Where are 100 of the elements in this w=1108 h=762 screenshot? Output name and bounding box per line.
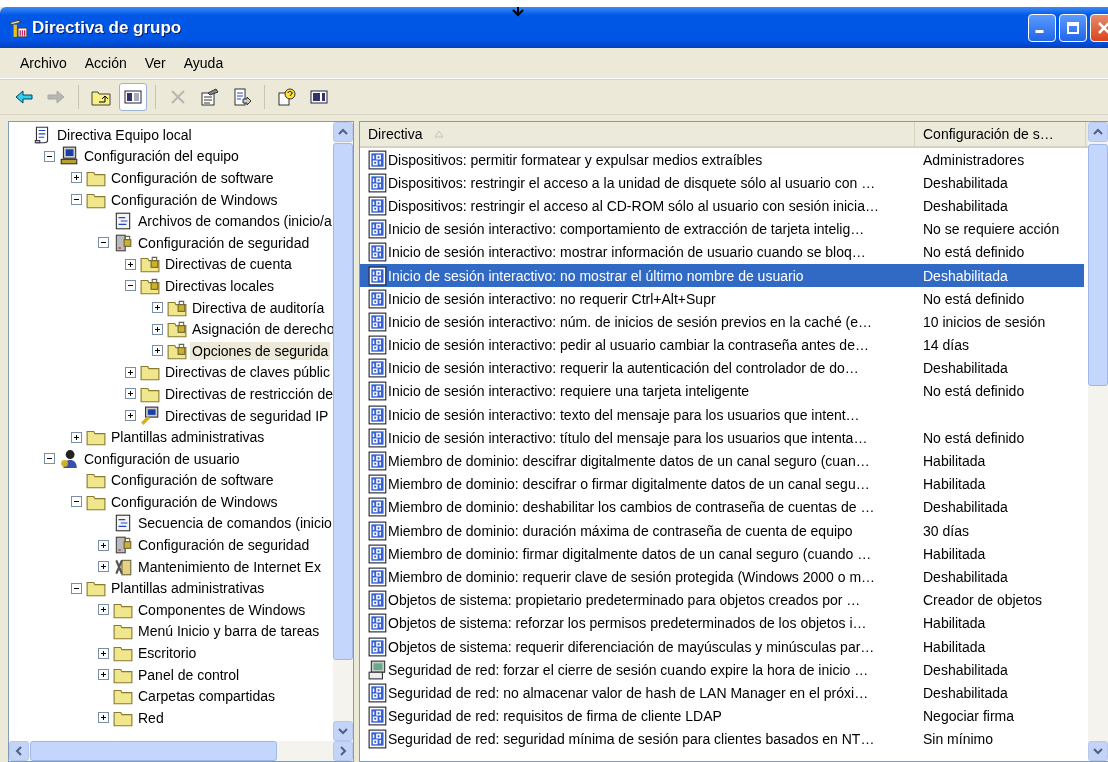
menu-item[interactable]: Ayuda — [175, 53, 232, 73]
collapse-toggle[interactable] — [71, 194, 82, 206]
tree-item[interactable]: Configuración del equipo — [82, 147, 241, 166]
expand-toggle[interactable] — [98, 604, 109, 616]
tree-item[interactable]: Directiva Equipo local — [55, 125, 194, 144]
list-row[interactable]: Inicio de sesión interactivo: requerir la autenticación del controlador de do… Deshabilitada — [360, 356, 1084, 380]
tree-item[interactable]: Directiva de auditoría — [190, 298, 327, 317]
expand-toggle[interactable] — [125, 388, 136, 400]
tree-item[interactable]: Configuración de software — [109, 169, 276, 187]
list-row[interactable]: Inicio de sesión interactivo: requiere una tarjeta inteligente No está definido — [360, 379, 1084, 404]
server-lock-icon — [113, 535, 133, 556]
tree-item[interactable]: Opciones de segurida — [190, 341, 331, 360]
tree-item[interactable]: Directivas de claves públic — [163, 363, 332, 382]
list-row[interactable]: Dispositivos: restringir el acceso al CD-ROM sólo al usuario con sesión inicia… Deshabilitada — [360, 194, 1084, 218]
policy-setting: No está definido — [922, 383, 1025, 400]
expand-toggle[interactable] — [152, 323, 163, 335]
policy-name: Inicio de sesión interactivo: no requerir Ctrl+Alt+Supr — [388, 290, 716, 307]
tree-item[interactable]: Componentes de Windows — [136, 600, 308, 619]
tree-item[interactable]: Archivos de comandos (inicio/a — [136, 212, 333, 231]
list-row[interactable]: Dispositivos: restringir el acceso a la unidad de disquete sólo al usuario con … Deshabilitada — [360, 171, 1084, 195]
tree-item[interactable]: Configuración de Windows — [109, 190, 280, 209]
tree-item[interactable]: Mantenimiento de Internet Ex — [136, 557, 323, 576]
collapse-toggle[interactable] — [44, 150, 55, 162]
tree-item[interactable]: Plantillas administrativas — [109, 579, 267, 598]
tree-item[interactable]: Escritorio — [136, 644, 199, 663]
column-header[interactable]: Directiva — [360, 122, 915, 146]
tree-item[interactable]: Directivas de seguridad IP — [163, 406, 331, 425]
tree-item[interactable]: Directivas de restricción de — [163, 384, 333, 403]
expand-toggle[interactable] — [98, 539, 109, 551]
expand-toggle[interactable] — [125, 258, 136, 270]
list-row[interactable]: Objetos de sistema: reforzar los permisos predeterminados de los objetos i… Habilitada — [360, 611, 1084, 635]
tree-item[interactable]: Configuración de seguridad — [136, 536, 312, 555]
expand-toggle[interactable] — [152, 345, 163, 357]
vertical-scrollbar[interactable] — [333, 122, 353, 741]
collapse-toggle[interactable] — [71, 496, 82, 508]
list-row[interactable]: Miembro de dominio: deshabilitar los cambios de contraseña de cuentas de … Deshabilitada — [360, 495, 1084, 519]
list-row[interactable]: Miembro de dominio: descifrar digitalmente datos de un canal seguro (cuan… Habilitada — [360, 449, 1084, 473]
expand-toggle[interactable] — [71, 172, 82, 184]
policy-name: Dispositivos: restringir el acceso al CD-ROM sólo al usuario con sesión inicia… — [388, 197, 879, 214]
list-row[interactable]: Miembro de dominio: descifrar o firmar digitalmente datos de un canal segu… Habilitada — [360, 472, 1084, 496]
list-row[interactable]: Inicio de sesión interactivo: título del mensaje para los usuarios que intenta… No está definido — [360, 426, 1084, 450]
list-row[interactable]: Inicio de sesión interactivo: comportamiento de extracción de tarjeta intelig… No se requiere acción — [360, 217, 1084, 241]
server-icon — [368, 659, 388, 680]
menu-item[interactable]: Archivo — [12, 53, 75, 73]
list-row[interactable]: Seguridad de red: forzar el cierre de sesión cuando expire la hora de inicio … Deshabilitada — [360, 658, 1084, 682]
expand-toggle[interactable] — [98, 669, 109, 681]
collapse-toggle[interactable] — [44, 453, 55, 465]
tree-item[interactable]: Configuración de software — [109, 471, 276, 490]
tree-item[interactable]: Secuencia de comandos (inicio — [136, 514, 333, 533]
column-header[interactable]: Configuración de s… — [915, 122, 1086, 146]
list-row[interactable]: Inicio de sesión interactivo: no requerir Ctrl+Alt+Supr No está definido — [360, 287, 1084, 311]
tree-item[interactable]: Carpetas compartidas — [136, 687, 277, 706]
list-row[interactable]: Miembro de dominio: requerir clave de sesión protegida (Windows 2000 o m… Deshabilitada — [360, 565, 1084, 589]
collapse-toggle[interactable] — [125, 280, 136, 292]
tree-item[interactable]: Panel de control — [136, 665, 242, 684]
list-row[interactable]: Seguridad de red: no almacenar valor de hash de LAN Manager en el próxi… Deshabilitada — [360, 681, 1084, 705]
expand-toggle[interactable] — [98, 561, 109, 573]
expand-toggle[interactable] — [125, 366, 136, 378]
tree-pane-button[interactable] — [119, 83, 147, 111]
expand-toggle[interactable] — [98, 712, 109, 724]
list-row[interactable]: Seguridad de red: requisitos de firma de cliente LDAP Negociar firma — [360, 704, 1084, 728]
list-row[interactable]: Inicio de sesión interactivo: mostrar información de usuario cuando se bloq… No está definido — [360, 240, 1084, 264]
menu-item[interactable]: Ver — [136, 53, 174, 73]
list-row[interactable]: Inicio de sesión interactivo: texto del mensaje para los usuarios que intent… — [360, 403, 1084, 427]
tree-item[interactable]: Menú Inicio y barra de tareas — [136, 622, 322, 641]
tree-item[interactable]: Directivas locales — [163, 276, 276, 295]
tree-item[interactable]: Asignación de derecho — [190, 320, 333, 339]
list-row[interactable]: Miembro de dominio: firmar digitalmente datos de un canal seguro (cuando … Habilitada — [360, 542, 1084, 566]
list-row[interactable]: Miembro de dominio: duración máxima de contraseña de cuenta de equipo 30 días — [360, 519, 1084, 543]
list-row[interactable]: Inicio de sesión interactivo: no mostrar el último nombre de usuario Deshabilitada — [360, 263, 1084, 288]
collapse-toggle[interactable] — [71, 582, 82, 594]
policy-setting: Deshabilitada — [922, 174, 1008, 191]
expand-toggle[interactable] — [71, 431, 82, 443]
tree-item[interactable]: Configuración de seguridad — [136, 233, 312, 252]
menu-item[interactable]: Acción — [76, 53, 135, 73]
tree-item[interactable]: Directivas de cuenta — [163, 255, 294, 274]
expand-toggle[interactable] — [98, 647, 109, 659]
tree-item[interactable]: Plantillas administrativas — [109, 428, 267, 447]
list-row[interactable]: Dispositivos: permitir formatear y expulsar medios extraíbles Administradores — [360, 148, 1084, 172]
list-row[interactable]: Inicio de sesión interactivo: núm. de inicios de sesión previos en la caché (e… 10 inicios de sesión — [360, 310, 1084, 334]
tree-item[interactable]: Red — [136, 708, 166, 727]
horizontal-scrollbar[interactable] — [9, 741, 353, 761]
policy-setting: Negociar firma — [922, 708, 1015, 725]
tree-item[interactable]: Configuración de Windows — [109, 492, 280, 511]
policy-setting: Sin mínimo — [922, 731, 994, 748]
list-row[interactable]: Objetos de sistema: propietario predeterminado para objetos creados por … Creador de objetos — [360, 588, 1084, 612]
list-row[interactable]: Seguridad de red: seguridad mínima de sesión para clientes basados en NT… Sin mínimo — [360, 727, 1084, 751]
expand-toggle[interactable] — [152, 302, 163, 314]
policy-icon — [368, 520, 388, 541]
expand-toggle[interactable] — [125, 410, 136, 421]
tree-item[interactable]: Configuración de usuario — [82, 449, 242, 468]
policy-icon — [368, 265, 388, 286]
policy-setting: 14 días — [922, 337, 969, 354]
collapse-toggle[interactable] — [98, 237, 109, 249]
maximize-button[interactable] — [1059, 13, 1087, 42]
policy-icon — [368, 358, 388, 379]
list-row[interactable]: Objetos de sistema: requerir diferenciación de mayúsculas y minúsculas par… Habilitada — [360, 634, 1084, 659]
list-row[interactable]: Inicio de sesión interactivo: pedir al usuario cambiar la contraseña antes de… 14 días — [360, 333, 1084, 357]
vertical-scrollbar[interactable] — [1088, 122, 1108, 761]
minimize-button[interactable] — [1028, 13, 1056, 42]
